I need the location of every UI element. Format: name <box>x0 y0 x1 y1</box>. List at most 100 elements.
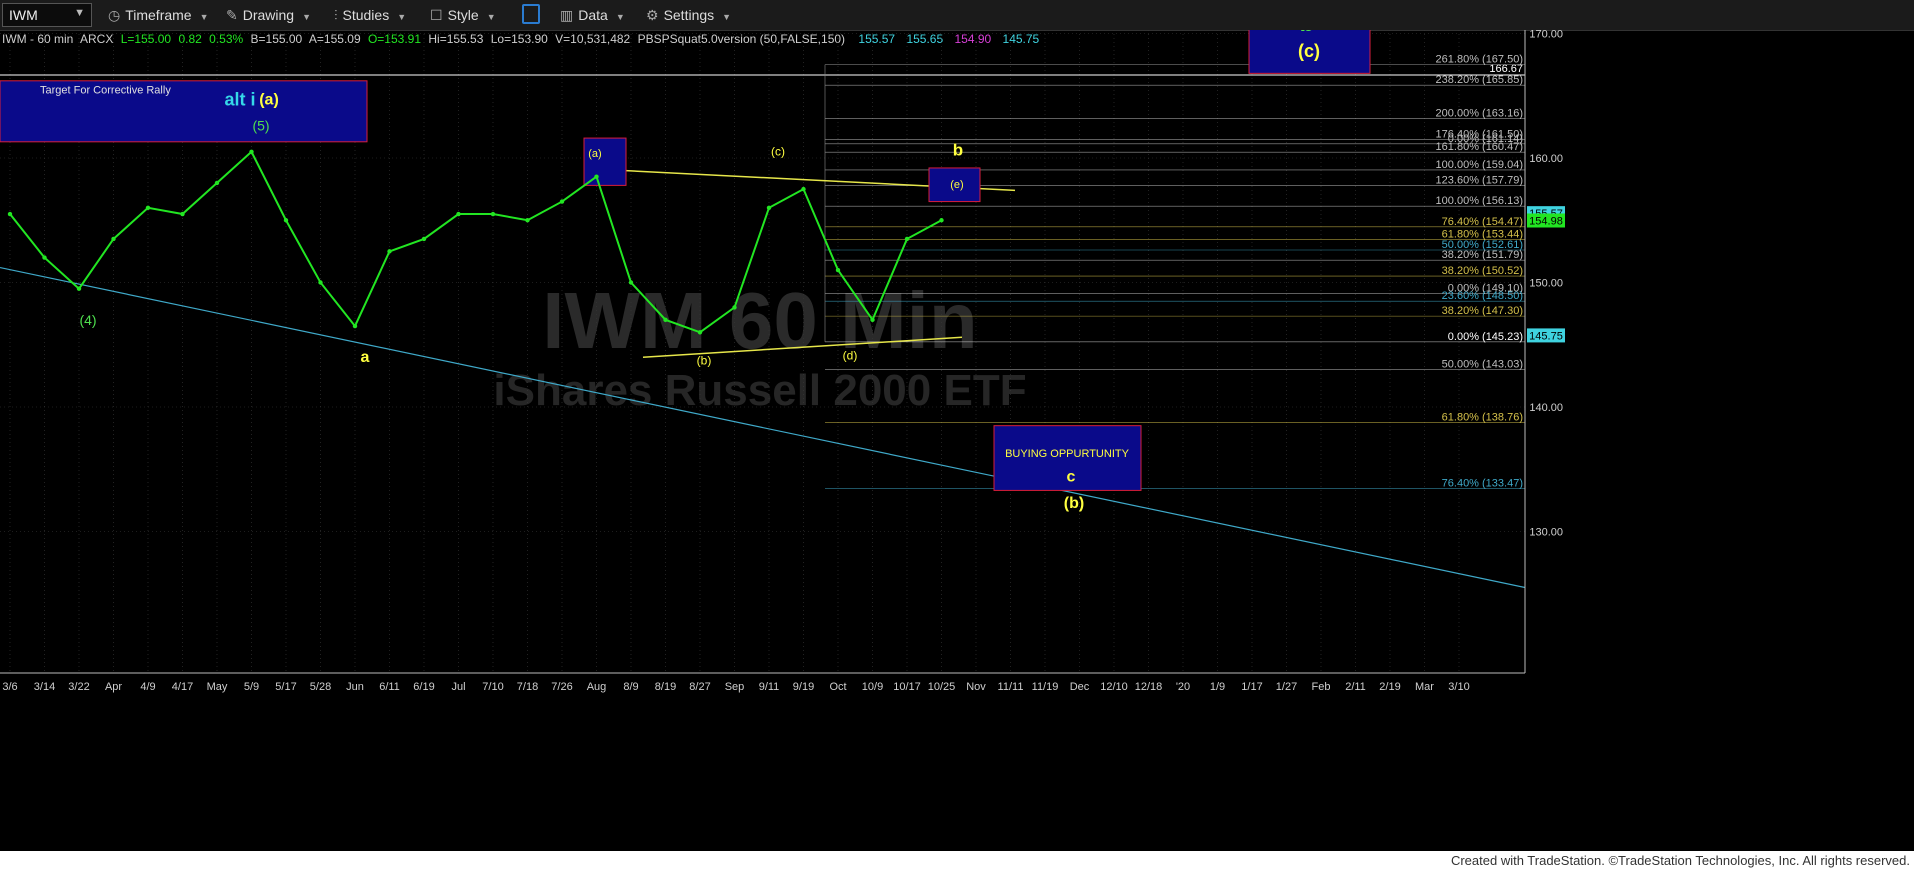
gear-icon: ⚙ <box>646 7 659 23</box>
drawing-button[interactable]: ✎ Drawing ▼ <box>226 5 311 25</box>
time-tick-label: 3/10 <box>1448 681 1469 693</box>
status-volume: V=10,531,482 <box>555 32 630 46</box>
price-tick-label: 140.00 <box>1529 402 1563 414</box>
time-tick-label: 5/28 <box>310 681 331 693</box>
settings-button[interactable]: ⚙ Settings ▼ <box>646 5 731 25</box>
style-label: Style <box>447 7 479 23</box>
time-tick-label: 12/10 <box>1100 681 1128 693</box>
time-tick-label: 6/11 <box>379 681 400 693</box>
price-point <box>732 305 737 310</box>
price-point <box>249 149 254 154</box>
time-tick-label: Feb <box>1312 681 1331 693</box>
time-tick-label: 10/17 <box>893 681 921 693</box>
price-point <box>111 236 116 242</box>
time-tick-label: 9/11 <box>759 681 780 693</box>
time-tick-label: Mar <box>1415 681 1434 693</box>
time-tick-label: May <box>207 681 228 693</box>
time-tick-label: Jun <box>346 681 364 693</box>
wave-box-label: (a) <box>588 148 601 160</box>
price-point <box>387 249 392 254</box>
chevron-down-icon: ▼ <box>486 12 496 22</box>
price-point <box>628 280 634 285</box>
time-tick-label: 2/11 <box>1345 681 1366 693</box>
fib-level-label: 76.40% (133.47) <box>1442 477 1523 489</box>
fib-level-label: 100.00% (159.04) <box>1436 159 1523 171</box>
time-tick-label: 2/19 <box>1379 681 1400 693</box>
price-point <box>559 199 565 204</box>
status-study-value-3: 154.90 <box>954 32 991 46</box>
wave-label: c <box>1067 469 1076 486</box>
studies-button[interactable]: ⫶ Studies ▼ <box>334 5 406 25</box>
chevron-down-icon: ▼ <box>302 12 312 22</box>
price-point <box>283 218 289 223</box>
time-tick-label: Aug <box>587 681 607 693</box>
price-point <box>904 236 910 242</box>
status-bid: B=155.00 <box>251 32 303 46</box>
status-pct: 0.53% <box>209 32 243 46</box>
price-point <box>42 255 47 260</box>
price-point <box>145 205 151 210</box>
price-tick-label: 160.00 <box>1529 153 1563 165</box>
wave-label: b <box>1300 30 1315 37</box>
wave-label: (b) <box>697 354 712 368</box>
a-box <box>583 137 627 186</box>
time-tick-label: Dec <box>1070 681 1090 693</box>
status-study-value-4: 145.75 <box>1003 32 1040 46</box>
price-point <box>697 330 703 335</box>
time-tick-label: 1/9 <box>1210 681 1225 693</box>
clock-icon: ◷ <box>108 7 121 23</box>
fib-level-label: 123.60% (157.79) <box>1436 175 1523 187</box>
chevron-down-icon: ▼ <box>199 12 209 22</box>
status-study-value-1: 155.57 <box>858 32 895 46</box>
time-tick-label: Apr <box>105 681 122 693</box>
time-tick-label: 8/27 <box>689 681 710 693</box>
chevron-down-icon: ▼ <box>722 12 732 22</box>
copyright-text: Created with TradeStation. ©TradeStation… <box>1450 853 1910 868</box>
time-tick-label: 10/25 <box>928 681 956 693</box>
settings-label: Settings <box>663 7 715 23</box>
time-tick-label: Jul <box>451 681 465 693</box>
data-button[interactable]: ▥ Data ▼ <box>560 5 625 25</box>
price-point <box>835 267 841 273</box>
watermark-subtitle: iShares Russell 2000 ETF <box>493 366 1026 415</box>
price-point <box>456 211 461 217</box>
timeframe-button[interactable]: ◷ Timeframe ▼ <box>108 5 209 25</box>
wave-label: (5) <box>252 118 269 134</box>
price-point <box>318 280 323 285</box>
fib-level-label: 38.20% (150.52) <box>1442 265 1523 277</box>
status-study-value-2: 155.65 <box>906 32 943 46</box>
time-tick-label: 5/17 <box>275 681 296 693</box>
time-tick-label: Sep <box>725 681 745 693</box>
price-point <box>76 286 82 291</box>
time-tick-label: 3/22 <box>68 681 89 693</box>
data-icon: ▥ <box>560 7 574 23</box>
svg-text:IWM - 60 min ARCX L=15: IWM - 60 min ARCX L=155.00 0.82 0.53% B=… <box>2 32 1040 46</box>
price-point <box>663 317 668 323</box>
pencil-icon: ✎ <box>226 7 238 23</box>
price-point <box>594 174 599 179</box>
time-tick-label: 8/9 <box>623 681 638 693</box>
chevron-down-icon[interactable]: ▼ <box>74 7 85 19</box>
time-tick-label: 9/19 <box>793 681 814 693</box>
status-open: O=153.91 <box>368 32 421 46</box>
price-point <box>180 211 185 217</box>
data-label: Data <box>578 7 608 23</box>
time-tick-label: 11/11 <box>998 681 1024 693</box>
status-change: 0.82 <box>178 32 202 46</box>
wave-label: alt i <box>224 90 255 110</box>
style-button[interactable]: ☐ Style ▼ <box>430 5 496 25</box>
symbol-selector[interactable]: IWM ▼ <box>2 3 92 27</box>
target-corrective-rally-text: Target For Corrective Rally <box>40 84 171 96</box>
price-tick-label: 130.00 <box>1529 527 1563 539</box>
price-chart[interactable]: IWM - 60 min ARCX L=155.00 0.82 0.53% B=… <box>0 30 1914 851</box>
wave-label: (a) <box>259 91 279 108</box>
status-symbol: IWM - 60 min <box>2 32 73 46</box>
time-tick-label: 3/14 <box>34 681 55 693</box>
fib-level-label: 0.00% (145.23) <box>1448 331 1523 343</box>
fib-level-label: 261.80% (167.50) <box>1436 54 1523 66</box>
chart-layout-icon[interactable] <box>522 4 540 24</box>
status-low: Lo=153.90 <box>491 32 548 46</box>
chevron-down-icon: ▼ <box>397 12 407 22</box>
price-scale: 130.00140.00150.00160.00170.00155.57154.… <box>1524 30 1565 673</box>
time-tick-label: 7/18 <box>517 681 538 693</box>
